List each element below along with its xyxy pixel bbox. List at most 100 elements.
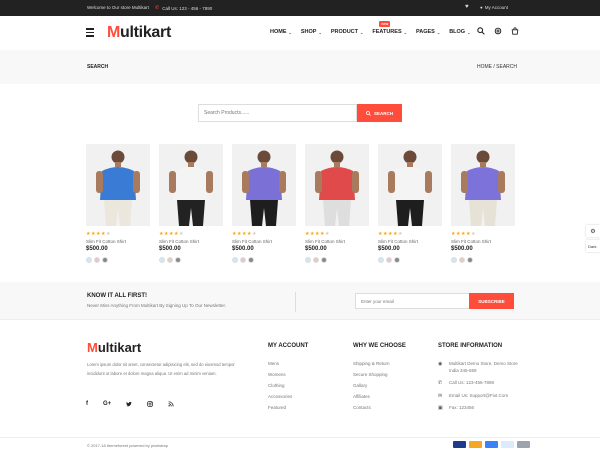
dark-mode-toggle[interactable]: Dark <box>586 240 600 252</box>
fax-icon: ▣ <box>438 405 443 411</box>
product-image[interactable] <box>305 144 369 226</box>
color-swatch[interactable] <box>313 257 319 263</box>
product-grid: ★★★★★ Slim Fit Cotton Shirt $500.00 ★★★★★ Sl… <box>86 144 516 264</box>
color-swatch[interactable] <box>102 257 108 263</box>
color-swatch[interactable] <box>167 257 173 263</box>
color-swatch[interactable] <box>248 257 254 263</box>
hamburger-menu-icon[interactable] <box>86 28 94 37</box>
footer-link-womens[interactable]: Womens <box>268 372 308 383</box>
phone-text: Call Us: 123 - 456 - 7890 <box>162 5 213 11</box>
cart-icon[interactable] <box>511 27 519 37</box>
logo[interactable]: Multikart <box>107 24 171 42</box>
color-swatch[interactable] <box>386 257 392 263</box>
product-image[interactable] <box>232 144 296 226</box>
store-address: ◉ Multikart Demo Store, Demo Store India … <box>438 361 518 373</box>
rating-stars: ★★★★★ <box>86 231 150 237</box>
footer-link-shipping[interactable]: Shipping & Return <box>353 361 406 372</box>
footer-link-secure-shopping[interactable]: Secure Shopping <box>353 372 406 383</box>
product-price: $500.00 <box>86 246 108 252</box>
breadcrumb-home-link[interactable]: HOME <box>477 64 492 70</box>
nav-home[interactable]: HOME ⌄ <box>270 29 292 35</box>
footer-why-we-choose: WHY WE CHOOSE Shipping & Return Secure S… <box>353 343 406 416</box>
product-card[interactable]: ★★★★★ Slim Fit Cotton Shirt $500.00 <box>378 144 442 263</box>
footer-link-gallary[interactable]: Gallary <box>353 383 406 394</box>
payment-card-icon <box>453 441 466 448</box>
color-swatch[interactable] <box>451 257 457 263</box>
product-name[interactable]: Slim Fit Cotton Shirt <box>451 239 515 244</box>
product-card[interactable]: ★★★★★ Slim Fit Cotton Shirt $500.00 <box>159 144 223 263</box>
color-swatch[interactable] <box>86 257 92 263</box>
product-image[interactable] <box>159 144 223 226</box>
color-swatch[interactable] <box>305 257 311 263</box>
payment-card-icon <box>469 441 482 448</box>
heart-icon[interactable]: ♥ <box>465 4 469 10</box>
nav-shop[interactable]: SHOP ⌄ <box>301 29 322 35</box>
footer-logo[interactable]: Multikart <box>87 340 141 355</box>
footer-my-account: MY ACCOUNT Mens Womens Clothing Accessor… <box>268 343 308 416</box>
rating-stars: ★★★★★ <box>159 231 223 237</box>
nav-blog[interactable]: BLOG ⌄ <box>449 29 470 35</box>
map-marker-icon: ◉ <box>438 361 443 367</box>
product-image[interactable] <box>378 144 442 226</box>
footer-link-mens[interactable]: Mens <box>268 361 308 372</box>
chevron-down-icon: ⌄ <box>360 29 364 35</box>
rss-icon[interactable] <box>168 401 174 409</box>
twitter-icon[interactable] <box>126 401 132 409</box>
color-swatch[interactable] <box>94 257 100 263</box>
color-swatch[interactable] <box>459 257 465 263</box>
divider <box>295 292 296 312</box>
product-image[interactable] <box>86 144 150 226</box>
footer-bottom-bar: © 2017-18 themeforest powered by pixelst… <box>0 437 600 450</box>
color-swatch[interactable] <box>240 257 246 263</box>
search-icon <box>366 110 371 116</box>
search-icon[interactable] <box>477 27 485 37</box>
color-swatch[interactable] <box>175 257 181 263</box>
star-icon: ★ <box>105 231 111 237</box>
product-name[interactable]: Slim Fit Cotton Shirt <box>232 239 296 244</box>
gear-icon[interactable] <box>494 27 502 37</box>
product-card[interactable]: ★★★★★ Slim Fit Cotton Shirt $500.00 <box>451 144 515 263</box>
product-card[interactable]: ★★★★★ Slim Fit Cotton Shirt $500.00 <box>305 144 369 263</box>
facebook-icon[interactable]: f <box>86 401 88 409</box>
store-email[interactable]: ✉ Email Us: Support@Fiot.Com <box>438 393 528 400</box>
color-swatch[interactable] <box>394 257 400 263</box>
color-swatch[interactable] <box>378 257 384 263</box>
search-button[interactable]: SEARCH <box>357 104 402 122</box>
copyright-text: © 2017-18 themeforest powered by pixelst… <box>87 443 168 448</box>
nav-product[interactable]: PRODUCT ⌄ <box>331 29 364 35</box>
footer-link-contacts[interactable]: Contacts <box>353 405 406 416</box>
star-icon: ★ <box>251 231 257 237</box>
color-swatches <box>378 257 442 263</box>
my-account-link[interactable]: ● My Account <box>480 5 508 10</box>
payment-card-icon <box>517 441 530 448</box>
product-card[interactable]: ★★★★★ Slim Fit Cotton Shirt $500.00 <box>86 144 150 263</box>
page-title: SEARCH <box>87 64 109 70</box>
color-swatch[interactable] <box>232 257 238 263</box>
footer-link-featured[interactable]: Featured <box>268 405 308 416</box>
product-name[interactable]: Slim Fit Cotton Shirt <box>378 239 442 244</box>
nav-features[interactable]: new FEATURES ⌄ <box>372 21 407 35</box>
color-swatch[interactable] <box>467 257 473 263</box>
product-price: $500.00 <box>451 246 473 252</box>
chevron-down-icon: ⌄ <box>467 29 471 35</box>
footer-link-clothing[interactable]: Clothing <box>268 383 308 394</box>
product-name[interactable]: Slim Fit Cotton Shirt <box>86 239 150 244</box>
footer-link-accessories[interactable]: Accessories <box>268 394 308 405</box>
product-name[interactable]: Slim Fit Cotton Shirt <box>305 239 369 244</box>
product-card[interactable]: ★★★★★ Slim Fit Cotton Shirt $500.00 <box>232 144 296 263</box>
google-plus-icon[interactable]: G+ <box>103 401 111 409</box>
footer-link-affiliates[interactable]: Affiliates <box>353 394 406 405</box>
breadcrumb-current: SEARCH <box>496 64 518 70</box>
my-account-label: My Account <box>484 5 508 10</box>
product-name[interactable]: Slim Fit Cotton Shirt <box>159 239 223 244</box>
settings-gear-icon[interactable]: ⚙ <box>586 225 600 237</box>
subscribe-button[interactable]: SUBSCRIBE <box>469 293 514 309</box>
product-image[interactable] <box>451 144 515 226</box>
color-swatch[interactable] <box>159 257 165 263</box>
newsletter-subtitle: Never Miss Anything From Multikart By Si… <box>87 303 226 308</box>
color-swatches <box>159 257 223 263</box>
instagram-icon[interactable] <box>147 401 153 409</box>
nav-pages[interactable]: PAGES ⌄ <box>416 29 440 35</box>
color-swatch[interactable] <box>321 257 327 263</box>
search-input[interactable] <box>198 104 357 122</box>
